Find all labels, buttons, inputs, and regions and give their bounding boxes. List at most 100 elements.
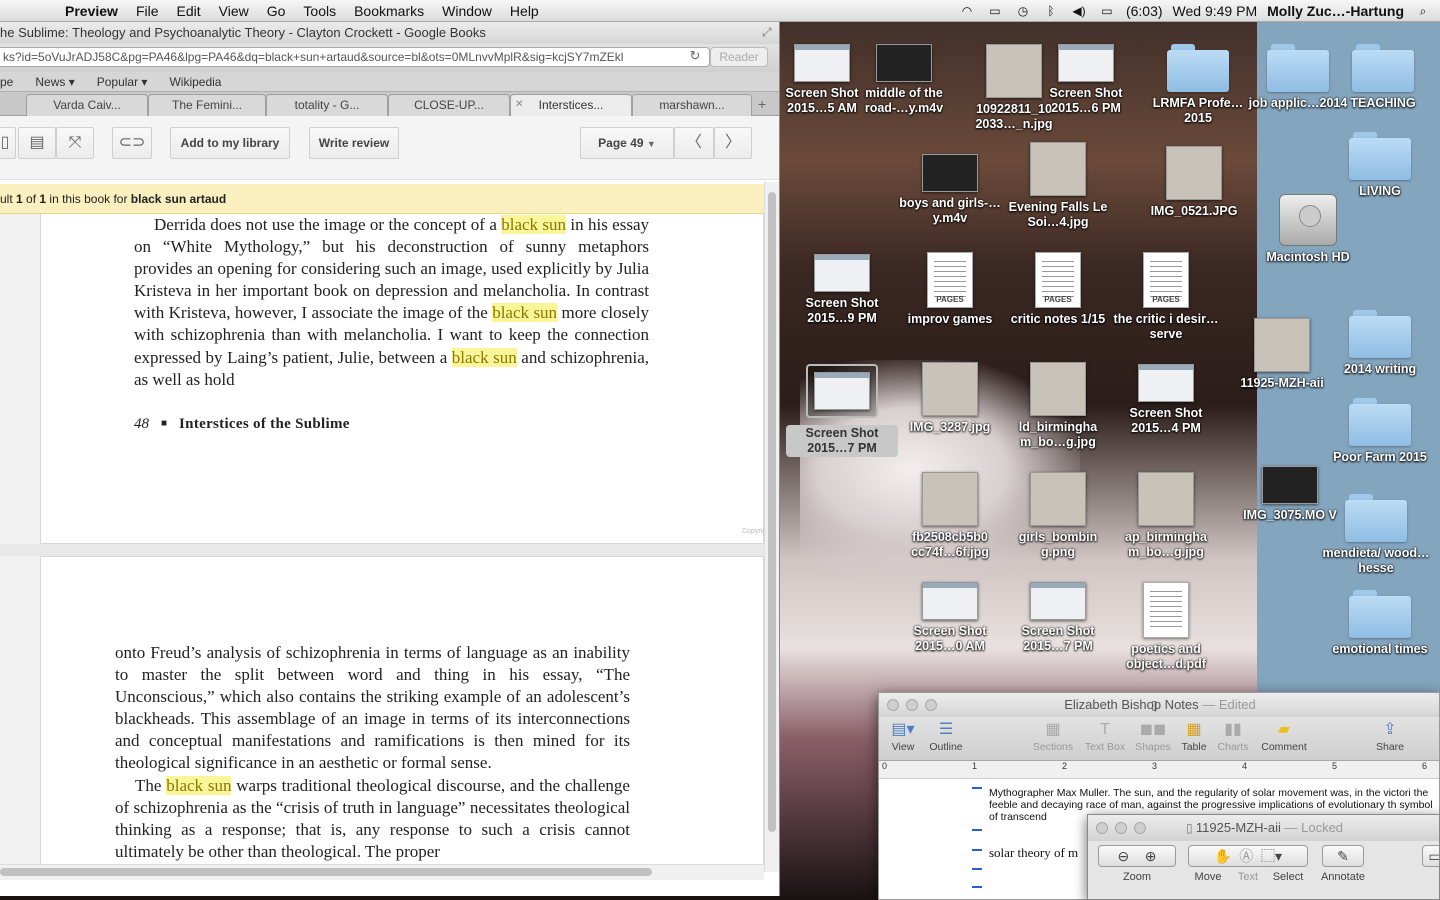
bookmark-popular[interactable]: Popular ▾ [97,75,148,89]
tab-feminism[interactable]: The Femini... [148,94,266,116]
desktop-icon[interactable]: LRMFA Profe…2015 [1142,44,1254,126]
spotlight-search-icon[interactable]: ⌕ [1414,4,1432,18]
desktop-icon[interactable]: IMG_3287.jpg [894,362,1006,435]
shapes-button[interactable]: ◼◼ Shapes [1133,719,1173,753]
bluetooth-icon[interactable]: ᛒ [1042,4,1060,18]
menu-file[interactable]: File [127,3,168,19]
desktop-icon[interactable]: ld_birmingha m_bo…g.jpg [1002,362,1114,450]
previous-page-button[interactable]: 〈 [674,127,714,159]
menu-app-name[interactable]: Preview [56,3,127,19]
menu-tools[interactable]: Tools [294,3,345,19]
sidebar-toggle-button[interactable]: ▭ [1422,845,1439,867]
minimize-window-button[interactable] [906,699,918,711]
reload-icon[interactable]: ↻ [686,47,704,65]
menu-go[interactable]: Go [258,3,295,19]
desktop-icon[interactable]: boys and girls-…y.m4v [894,154,1006,226]
desktop-icon[interactable]: ap_birmingha m_bo…g.jpg [1110,472,1222,560]
desktop-icon[interactable]: middle of the road-…y.m4v [848,44,960,116]
menu-help[interactable]: Help [501,3,548,19]
fullscreen-view-icon[interactable]: ⤧ [56,127,94,159]
table-button[interactable]: ▦ Table [1177,719,1211,753]
desktop-icon[interactable]: PAGES critic notes 1/15 [1002,252,1114,327]
comment-button[interactable]: ▰ Comment [1257,719,1311,753]
mode-control[interactable]: ✋ Ⓐ ⬚▾ [1188,845,1308,867]
bookmark-wikipedia[interactable]: Wikipedia [169,75,221,89]
page-select[interactable]: Page 49 ▼ [580,127,674,159]
document-heading[interactable]: solar theory of m [989,845,1078,861]
zoom-control[interactable]: ⊖ ⊕ [1098,845,1176,867]
close-tab-icon[interactable]: ✕ [515,95,523,115]
fullscreen-icon[interactable]: ⤢ [762,25,772,40]
horizontal-scroll-thumb[interactable] [0,868,652,876]
text-box-button[interactable]: T Text Box [1081,719,1129,753]
select-tool-icon[interactable]: ⬚▾ [1261,848,1282,864]
display-icon[interactable]: ▭ [986,4,1004,18]
two-page-view-icon[interactable]: ▤ [18,127,56,159]
sections-button[interactable]: ▦ Sections [1029,719,1077,753]
text-tool-icon[interactable]: Ⓐ [1239,848,1253,864]
desktop-icon[interactable]: poetics and object…d.pdf [1110,582,1222,672]
desktop-icon[interactable]: 11925-MZH-aii [1226,318,1338,391]
tab-close-up[interactable]: CLOSE-UP... [388,94,510,116]
volume-icon[interactable]: ◀) [1070,4,1088,18]
zoom-window-button[interactable] [1134,822,1146,834]
reader-button[interactable]: Reader [710,47,768,67]
desktop-icon[interactable]: PAGES improv games [894,252,1006,327]
url-field[interactable]: ks?id=5oVuJrADJ58C&pg=PA46&lpg=PA46&dq=b… [0,47,710,67]
tab-totality[interactable]: totality - G... [266,94,388,116]
new-tab-icon[interactable]: + [758,96,766,112]
desktop-icon[interactable]: Screen Shot 2015…7 PM [786,364,898,457]
desktop-icon[interactable]: Macintosh HD [1252,194,1364,265]
menu-clock[interactable]: Wed 9:49 PM [1173,3,1258,19]
wifi-icon[interactable]: ◠ [958,4,976,18]
bookmark-item[interactable]: pe [0,75,13,89]
vertical-scroll-thumb[interactable] [768,192,776,832]
tab-varda[interactable]: Varda Caiv... [26,94,148,116]
menu-window[interactable]: Window [433,3,501,19]
close-window-button[interactable] [1096,822,1108,834]
menu-view[interactable]: View [210,3,258,19]
ruler[interactable]: 0 1 2 3 4 5 6 [879,761,1439,779]
outline-button[interactable]: ☰ Outline [925,719,967,753]
menu-edit[interactable]: Edit [168,3,210,19]
close-window-button[interactable] [887,699,899,711]
desktop-icon[interactable]: fb2508cb5b0 cc74f…6f.jpg [894,472,1006,560]
battery-time[interactable]: (6:03) [1126,3,1163,19]
desktop-icon[interactable]: Screen Shot 2015…4 PM [1110,364,1222,436]
desktop-icon[interactable]: mendieta/ wood…hesse [1320,494,1432,576]
annotate-button[interactable]: ✎ [1322,845,1364,867]
desktop-icon[interactable]: Screen Shot 2015…0 AM [894,582,1006,654]
minimize-window-button[interactable] [1115,822,1127,834]
next-page-button[interactable]: 〉 [714,127,752,159]
charts-button[interactable]: ▮▮ Charts [1215,719,1251,753]
desktop-icon[interactable]: PAGES the critic i desir…serve [1110,252,1222,342]
desktop-icon[interactable]: girls_bombin g.png [1002,472,1114,560]
menu-user[interactable]: Molly Zuc…-Hartung [1267,3,1404,19]
link-icon[interactable]: ⊂⊃ [112,127,152,159]
desktop-icon[interactable]: IMG_0521.JPG [1138,146,1250,219]
add-to-library-button[interactable]: Add to my library [170,127,290,159]
desktop-icon[interactable]: LIVING [1324,132,1436,199]
desktop-icon[interactable]: Screen Shot 2015…7 PM [1002,582,1114,654]
time-machine-icon[interactable]: ◷ [1014,4,1032,18]
menu-bookmarks[interactable]: Bookmarks [345,3,433,19]
tab-marshawn[interactable]: marshawn... [632,94,752,116]
zoom-out-icon[interactable]: ⊖ [1117,848,1129,864]
battery-icon[interactable]: ▭ [1098,4,1116,18]
single-page-view-icon[interactable]: ▯ [0,127,16,159]
desktop-icon[interactable]: Poor Farm 2015 [1324,398,1436,465]
share-button[interactable]: ⇪ Share [1373,719,1407,753]
desktop-icon[interactable]: TEACHING [1327,44,1439,111]
desktop-icon[interactable]: Evening Falls Le Soi…4.jpg [1002,142,1114,230]
zoom-in-icon[interactable]: ⊕ [1145,848,1157,864]
desktop-icon[interactable]: Screen Shot 2015…9 PM [786,254,898,326]
zoom-window-button[interactable] [925,699,937,711]
bookmark-news[interactable]: News ▾ [35,75,74,89]
desktop-icon[interactable]: emotional times [1324,590,1436,657]
move-hand-icon[interactable]: ✋ [1214,848,1231,864]
desktop-icon[interactable]: 2014 writing [1324,310,1436,377]
tab-interstices[interactable]: ✕ Interstices... [510,94,632,116]
write-review-button[interactable]: Write review [309,127,399,159]
view-button[interactable]: ▤▾ View [887,719,919,753]
desktop-icon[interactable]: Screen Shot 2015…6 PM [1030,44,1142,116]
